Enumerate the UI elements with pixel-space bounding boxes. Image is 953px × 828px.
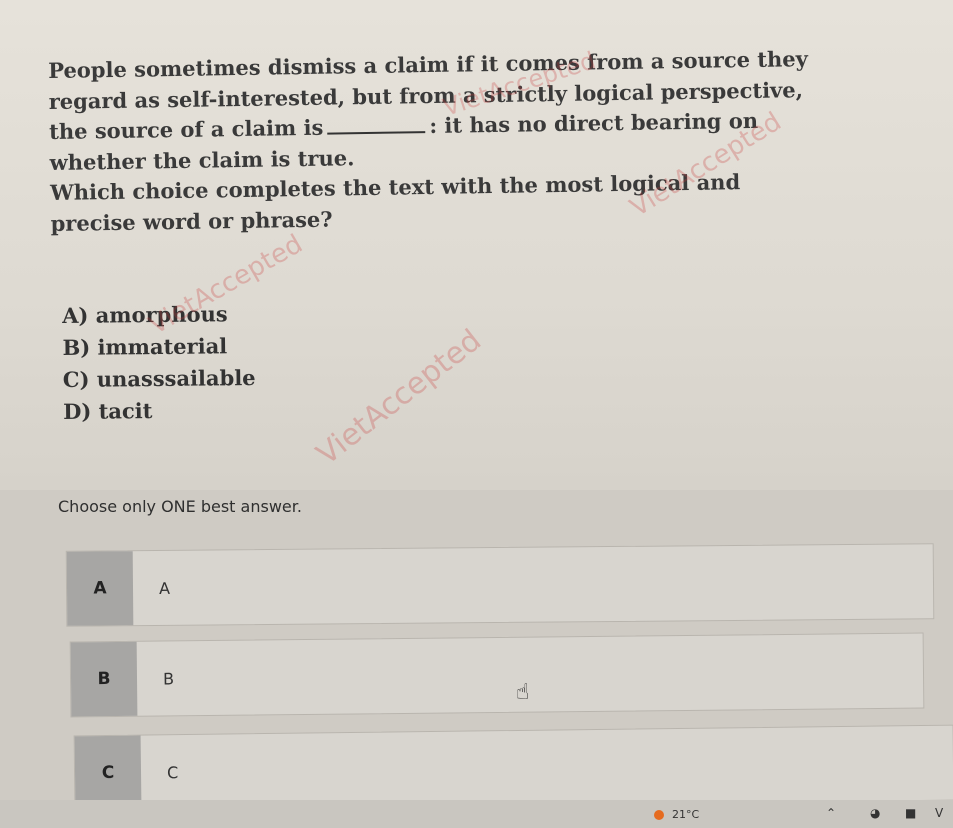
chevron-up-icon[interactable]: ⌃ — [826, 806, 836, 820]
option-label: B — [162, 668, 175, 688]
temperature-text: 21°C — [672, 808, 700, 821]
option-letter: B — [70, 641, 138, 717]
taskbar — [0, 800, 953, 828]
chrome-icon[interactable]: ◕ — [870, 806, 880, 820]
answer-blank — [327, 113, 426, 135]
watermark: VietAccepted — [310, 322, 488, 473]
answer-choices: A) amorphous B) immaterial C) unasssaila… — [62, 298, 256, 428]
option-label: A — [158, 578, 171, 598]
option-letter: A — [66, 551, 134, 626]
question-sheet: People sometimes dismiss a claim if it c… — [0, 0, 953, 490]
choice-b: B) immaterial — [62, 333, 228, 360]
choice-c: C) unasssailable — [62, 364, 256, 392]
option-label: C — [166, 762, 179, 782]
weather-alert-icon — [654, 809, 664, 820]
hand-cursor-icon: ☝ — [516, 680, 530, 705]
answer-option-c[interactable]: C C — [73, 724, 953, 812]
answer-option-a[interactable]: A A — [65, 543, 935, 627]
choice-a: A) amorphous — [62, 301, 228, 328]
monitor-icon[interactable]: ■ — [905, 806, 916, 820]
answer-option-b[interactable]: B B — [69, 632, 925, 718]
question-passage: People sometimes dismiss a claim if it c… — [48, 43, 851, 239]
input-method-icon[interactable]: V — [935, 806, 943, 820]
instruction-text: Choose only ONE best answer. — [58, 497, 302, 516]
weather-widget[interactable]: 21°C — [654, 808, 699, 821]
passage-line-3a: the source of a claim is — [48, 114, 324, 144]
choice-d: D) tacit — [63, 398, 153, 424]
passage-line-3b: : it has no direct bearing on — [429, 107, 759, 139]
